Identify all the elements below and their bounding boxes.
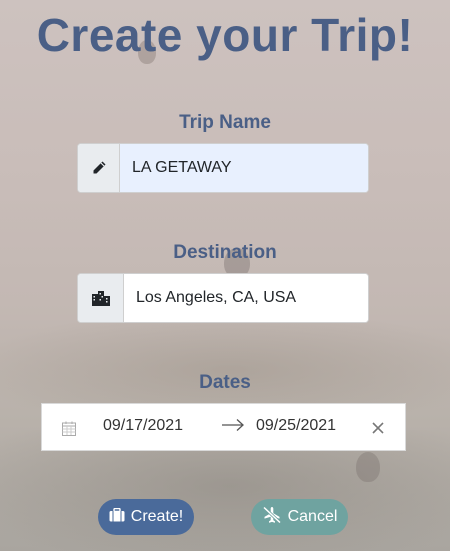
cancel-button[interactable]: Cancel <box>251 499 348 535</box>
page-title: Create your Trip! <box>36 9 414 61</box>
create-button[interactable]: Create! <box>98 499 194 535</box>
destination-input[interactable] <box>124 274 368 322</box>
date-range-picker[interactable]: 09/17/2021 09/25/2021 <box>41 403 406 451</box>
trip-name-group <box>77 143 369 193</box>
pencil-icon <box>78 144 120 192</box>
calendar-icon <box>62 421 76 441</box>
plane-slash-icon <box>262 505 282 529</box>
dates-label: Dates <box>199 372 251 393</box>
city-icon <box>78 274 124 322</box>
trip-name-label: Trip Name <box>179 112 271 133</box>
balloon-decoration <box>356 452 380 482</box>
destination-group <box>77 273 369 323</box>
create-button-label: Create! <box>130 508 184 525</box>
close-icon[interactable] <box>371 421 385 440</box>
suitcase-icon <box>109 507 125 527</box>
arrow-right-icon <box>221 418 245 437</box>
start-date-input[interactable]: 09/17/2021 <box>102 417 212 435</box>
end-date-input[interactable]: 09/25/2021 <box>256 417 366 435</box>
destination-label: Destination <box>173 242 277 263</box>
trip-name-input[interactable] <box>120 144 368 192</box>
cancel-button-label: Cancel <box>287 508 338 525</box>
